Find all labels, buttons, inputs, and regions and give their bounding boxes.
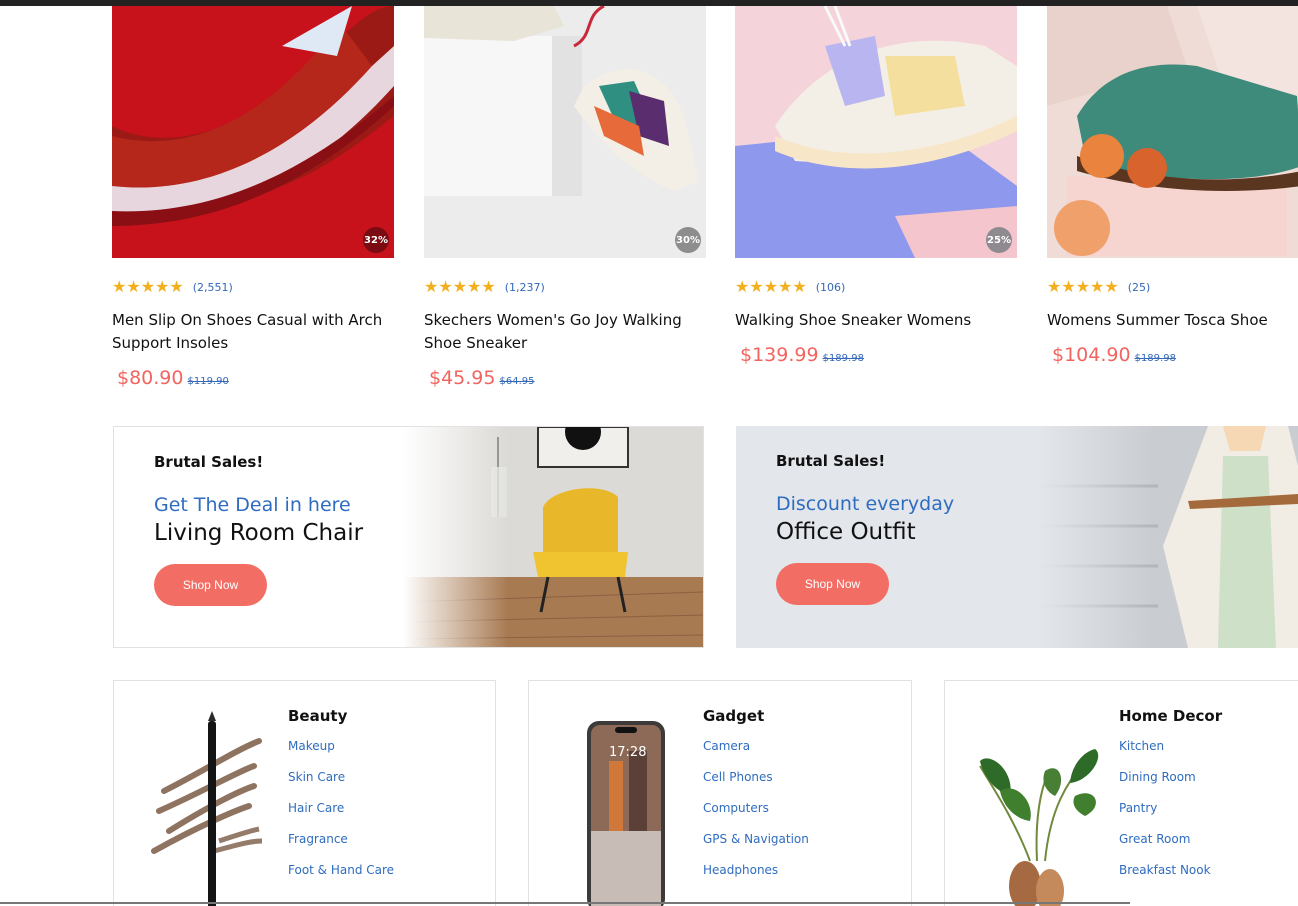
category-link-gps-navigation[interactable]: GPS & Navigation xyxy=(703,832,809,863)
category-link-headphones[interactable]: Headphones xyxy=(703,863,809,894)
category-link-hair-care[interactable]: Hair Care xyxy=(288,801,394,832)
rating: ★★★★★ (106) xyxy=(735,278,1017,296)
outfit-image xyxy=(1038,426,1298,648)
product-card[interactable]: ★★★★★ (25) Womens Summer Tosca Shoe $104… xyxy=(1047,6,1298,366)
star-rating-icon: ★★★★★ xyxy=(424,277,496,296)
discount-badge: 32% xyxy=(363,227,389,253)
product-title[interactable]: Skechers Women's Go Joy Walking Shoe Sne… xyxy=(424,309,704,355)
product-card[interactable]: 32% ★★★★★ (2,551) Men Slip On Shoes Casu… xyxy=(112,6,394,389)
banner-kicker: Brutal Sales! xyxy=(776,452,886,470)
product-price: $104.90 xyxy=(1052,344,1131,366)
product-price: $45.95 xyxy=(429,367,496,389)
product-title[interactable]: Womens Summer Tosca Shoe xyxy=(1047,309,1298,332)
product-card[interactable]: 25% ★★★★★ (106) Walking Shoe Sneaker Wom… xyxy=(735,6,1017,366)
star-rating-icon: ★★★★★ xyxy=(112,277,184,296)
plant-vase-image xyxy=(979,749,1099,906)
category-title: Beauty xyxy=(288,707,348,725)
rating: ★★★★★ (25) xyxy=(1047,278,1298,296)
rating: ★★★★★ (2,551) xyxy=(112,278,394,296)
product-old-price: $119.90 xyxy=(187,376,229,387)
promo-banner-chair[interactable]: Brutal Sales! Get The Deal in here Livin… xyxy=(113,426,704,648)
category-link-skin-care[interactable]: Skin Care xyxy=(288,770,394,801)
category-link-great-room[interactable]: Great Room xyxy=(1119,832,1222,863)
product-old-price: $189.98 xyxy=(1134,353,1176,364)
review-count: (2,551) xyxy=(192,280,233,294)
chair-image xyxy=(403,427,703,647)
discount-badge: 30% xyxy=(675,227,701,253)
category-box-home-decor: Home Decor Kitchen Dining Room Pantry Gr… xyxy=(944,680,1298,906)
promo-banner-outfit[interactable]: Brutal Sales! Discount everyday Office O… xyxy=(736,426,1298,648)
shop-now-button[interactable]: Shop Now xyxy=(776,563,889,605)
banner-headline: Office Outfit xyxy=(776,519,916,545)
review-count: (25) xyxy=(1127,280,1151,294)
product-title[interactable]: Walking Shoe Sneaker Womens xyxy=(735,309,1015,332)
category-link-computers[interactable]: Computers xyxy=(703,801,809,832)
product-price: $80.90 xyxy=(117,367,184,389)
product-title[interactable]: Men Slip On Shoes Casual with Arch Suppo… xyxy=(112,309,392,355)
product-image[interactable] xyxy=(1047,6,1298,258)
product-image[interactable]: 25% xyxy=(735,6,1017,258)
category-link-camera[interactable]: Camera xyxy=(703,739,809,770)
discount-badge: 25% xyxy=(986,227,1012,253)
category-link-foot-hand-care[interactable]: Foot & Hand Care xyxy=(288,863,394,894)
category-link-fragrance[interactable]: Fragrance xyxy=(288,832,394,863)
product-old-price: $64.95 xyxy=(499,376,535,387)
category-box-beauty: Beauty Makeup Skin Care Hair Care Fragra… xyxy=(113,680,496,906)
banner-subtitle: Discount everyday xyxy=(776,493,955,515)
category-link-makeup[interactable]: Makeup xyxy=(288,739,394,770)
phone-image: 17:28 xyxy=(587,721,665,906)
category-box-gadget: 17:28 Gadget Camera Cell Phones Computer… xyxy=(528,680,912,906)
product-old-price: $189.98 xyxy=(822,353,864,364)
scroll-divider xyxy=(0,902,1130,904)
product-card[interactable]: 30% ★★★★★ (1,237) Skechers Women's Go Jo… xyxy=(424,6,706,389)
category-link-kitchen[interactable]: Kitchen xyxy=(1119,739,1222,770)
product-image[interactable]: 32% xyxy=(112,6,394,258)
product-price: $139.99 xyxy=(740,344,819,366)
category-link-dining-room[interactable]: Dining Room xyxy=(1119,770,1222,801)
category-link-breakfast-nook[interactable]: Breakfast Nook xyxy=(1119,863,1222,894)
review-count: (1,237) xyxy=(504,280,545,294)
review-count: (106) xyxy=(815,280,846,294)
category-link-cell-phones[interactable]: Cell Phones xyxy=(703,770,809,801)
product-grid: 32% ★★★★★ (2,551) Men Slip On Shoes Casu… xyxy=(112,6,1298,406)
star-rating-icon: ★★★★★ xyxy=(1047,277,1119,296)
star-rating-icon: ★★★★★ xyxy=(735,277,807,296)
category-title: Home Decor xyxy=(1119,707,1223,725)
product-image[interactable]: 30% xyxy=(424,6,706,258)
banner-kicker: Brutal Sales! xyxy=(154,453,264,471)
banner-headline: Living Room Chair xyxy=(154,520,364,546)
rating: ★★★★★ (1,237) xyxy=(424,278,706,296)
category-link-pantry[interactable]: Pantry xyxy=(1119,801,1222,832)
eyeliner-image xyxy=(151,711,263,906)
category-title: Gadget xyxy=(703,707,765,725)
shop-now-button[interactable]: Shop Now xyxy=(154,564,267,606)
banner-subtitle: Get The Deal in here xyxy=(154,494,351,516)
phone-clock: 17:28 xyxy=(609,745,646,760)
